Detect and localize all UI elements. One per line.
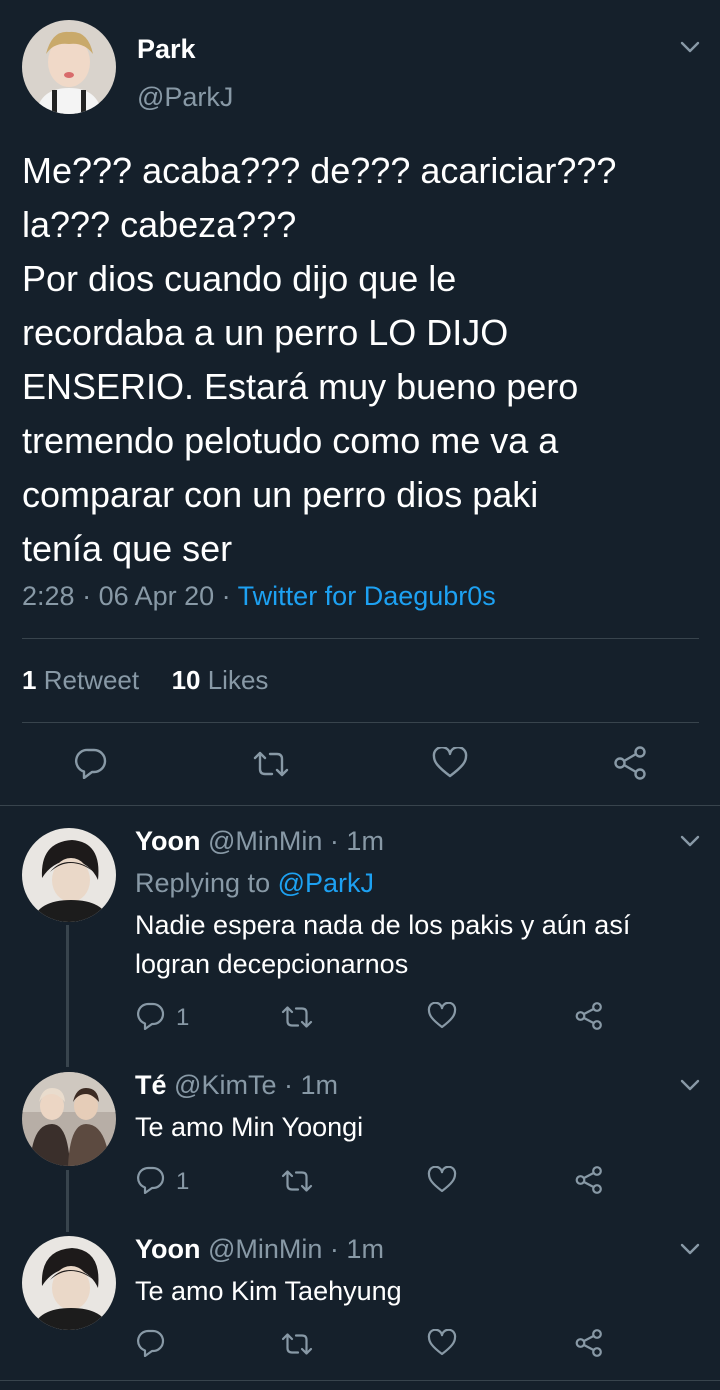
- tweet-stats: 1 Retweet 10 Likes: [22, 665, 268, 696]
- tweet-time: 2:28: [22, 581, 75, 611]
- reply-header: Té @KimTe · 1m: [135, 1070, 338, 1101]
- tweet-text-line: Me??? acaba??? de??? acariciar???: [22, 150, 617, 191]
- meta-separator: ·: [322, 1234, 347, 1264]
- reply-header: Yoon @MinMin · 1m: [135, 1234, 384, 1265]
- display-name[interactable]: Park: [137, 34, 196, 65]
- chevron-down-icon[interactable]: [679, 1078, 701, 1092]
- tweet-text-line: ENSERIO. Estará muy bueno pero: [22, 366, 579, 407]
- replying-to: Replying to @ParkJ: [135, 868, 374, 899]
- tweet-text-line: Por dios cuando dijo que le: [22, 258, 457, 299]
- reply-icon[interactable]: [136, 1166, 166, 1194]
- handle[interactable]: @MinMin: [208, 1234, 322, 1264]
- reply-count: 1: [176, 1168, 190, 1195]
- reply-time: 1m: [300, 1070, 338, 1100]
- divider: [22, 638, 699, 639]
- replying-to-handle[interactable]: @ParkJ: [278, 868, 374, 898]
- display-name[interactable]: Yoon: [135, 1234, 200, 1264]
- handle[interactable]: @KimTe: [174, 1070, 276, 1100]
- share-icon[interactable]: [574, 1165, 604, 1195]
- like-count: 10: [171, 665, 201, 695]
- tweet-text-line: tremendo pelotudo como me va a: [22, 420, 559, 461]
- like-icon[interactable]: [427, 1329, 457, 1357]
- retweet-count: 1: [22, 665, 37, 695]
- thread-line: [66, 1170, 69, 1232]
- reply-text: Te amo Min Yoongi: [135, 1108, 363, 1147]
- chevron-down-icon[interactable]: [679, 1242, 701, 1256]
- avatar[interactable]: [22, 20, 116, 114]
- tweet-text: Me??? acaba??? de??? acariciar??? la??? …: [22, 144, 616, 576]
- chevron-down-icon[interactable]: [679, 834, 701, 848]
- reply-icon[interactable]: [74, 747, 108, 779]
- retweet-icon[interactable]: [251, 749, 291, 779]
- meta-separator: ·: [322, 826, 347, 856]
- divider: [0, 1380, 720, 1381]
- replying-to-label: Replying to: [135, 868, 271, 898]
- reply-text: Te amo Kim Taehyung: [135, 1272, 402, 1311]
- reply-icon[interactable]: [136, 1002, 166, 1030]
- reply-time: 1m: [346, 826, 384, 856]
- divider: [22, 722, 699, 723]
- retweet-stat[interactable]: 1 Retweet: [22, 665, 139, 695]
- display-name[interactable]: Té: [135, 1070, 167, 1100]
- thread-line: [66, 925, 69, 1067]
- reply-text-line: Te amo Kim Taehyung: [135, 1276, 402, 1306]
- like-icon[interactable]: [427, 1002, 457, 1030]
- retweet-label: Retweet: [43, 665, 140, 695]
- reply-text: Nadie espera nada de los pakis y aún así…: [135, 906, 630, 984]
- like-stat[interactable]: 10 Likes: [172, 665, 269, 695]
- like-icon[interactable]: [432, 747, 468, 779]
- meta-separator: ·: [276, 1070, 301, 1100]
- avatar[interactable]: [22, 1236, 116, 1330]
- reply-text-line: logran decepcionarnos: [135, 949, 409, 979]
- share-icon[interactable]: [612, 745, 648, 781]
- like-label: Likes: [207, 665, 269, 695]
- tweet-text-line: tenía que ser: [22, 528, 233, 569]
- divider: [0, 805, 720, 806]
- tweet-text-line: la??? cabeza???: [22, 204, 297, 245]
- avatar[interactable]: [22, 828, 116, 922]
- reply-header: Yoon @MinMin · 1m: [135, 826, 384, 857]
- share-icon[interactable]: [574, 1001, 604, 1031]
- tweet-text-line: recordaba a un perro LO DIJO: [22, 312, 509, 353]
- like-icon[interactable]: [427, 1166, 457, 1194]
- reply-time: 1m: [346, 1234, 384, 1264]
- retweet-icon[interactable]: [280, 1168, 314, 1194]
- meta-separator: ·: [214, 581, 238, 611]
- chevron-down-icon[interactable]: [679, 40, 701, 54]
- reply-count: 1: [176, 1004, 190, 1031]
- avatar[interactable]: [22, 1072, 116, 1166]
- handle[interactable]: @MinMin: [208, 826, 322, 856]
- tweet-meta: 2:28 · 06 Apr 20 · Twitter for Daegubr0s: [22, 581, 496, 612]
- reply-icon[interactable]: [136, 1329, 166, 1357]
- retweet-icon[interactable]: [280, 1331, 314, 1357]
- tweet-text-line: comparar con un perro dios paki: [22, 474, 539, 515]
- retweet-icon[interactable]: [280, 1004, 314, 1030]
- share-icon[interactable]: [574, 1328, 604, 1358]
- reply-text-line: Te amo Min Yoongi: [135, 1112, 364, 1142]
- tweet-date: 06 Apr 20: [98, 581, 215, 611]
- display-name[interactable]: Yoon: [135, 826, 200, 856]
- meta-separator: ·: [74, 581, 99, 611]
- reply-text-line: Nadie espera nada de los pakis y aún así: [135, 910, 631, 940]
- handle[interactable]: @ParkJ: [137, 82, 233, 113]
- tweet-source-link[interactable]: Twitter for Daegubr0s: [238, 581, 496, 611]
